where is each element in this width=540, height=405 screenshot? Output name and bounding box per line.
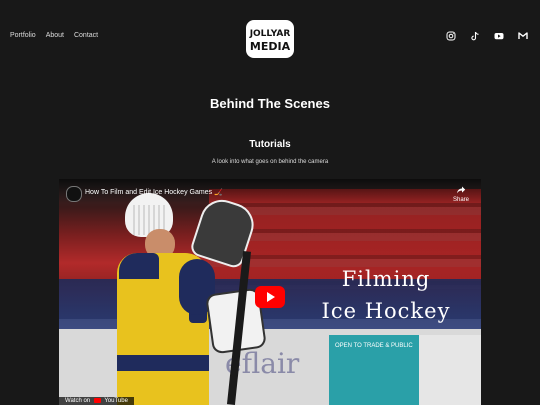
mail-icon[interactable] [518, 31, 528, 41]
video-embed[interactable]: eflair OPEN TO TRADE & PUBLIC How To Fil… [59, 179, 481, 405]
nav-about[interactable]: About [46, 32, 64, 39]
social-links [446, 31, 528, 41]
player-jersey-stripe [117, 355, 209, 371]
play-button[interactable] [255, 286, 285, 308]
section-title: Tutorials [249, 139, 291, 150]
instagram-icon[interactable] [446, 31, 456, 41]
section-subtitle: A look into what goes on behind the came… [211, 159, 329, 165]
player-jersey-shoulder [119, 253, 159, 279]
logo-text-2: MEDIA [250, 40, 291, 53]
video-banner-text: OPEN TO TRADE & PUBLIC [335, 343, 413, 349]
main-nav: Portfolio About Contact [10, 32, 98, 39]
video-banner: OPEN TO TRADE & PUBLIC [329, 335, 419, 405]
brand-logo[interactable]: JOLLYAR MEDIA [244, 18, 296, 60]
youtube-label: YouTube [104, 398, 128, 404]
watch-on-youtube[interactable]: Watch on YouTube [59, 397, 134, 405]
share-label: Share [452, 197, 469, 203]
share-button[interactable]: Share [453, 185, 469, 203]
share-icon [456, 186, 466, 194]
logo-text-1: JOLLYAR [249, 29, 291, 39]
youtube-logo-icon [93, 397, 101, 403]
tiktok-icon[interactable] [470, 31, 480, 41]
video-right-panel [419, 335, 481, 405]
youtube-icon[interactable] [494, 31, 504, 41]
overlay-line-1: Filming [341, 267, 431, 291]
nav-contact[interactable]: Contact [74, 32, 98, 39]
channel-avatar[interactable] [66, 186, 82, 202]
watch-on-label: Watch on [65, 398, 91, 404]
page-title: Behind The Scenes [210, 96, 330, 111]
video-title[interactable]: How To Film and Edit Ice Hockey Games 🏒 [85, 188, 223, 196]
overlay-line-2: Ice Hockey [321, 299, 451, 323]
nav-portfolio[interactable]: Portfolio [10, 32, 36, 39]
